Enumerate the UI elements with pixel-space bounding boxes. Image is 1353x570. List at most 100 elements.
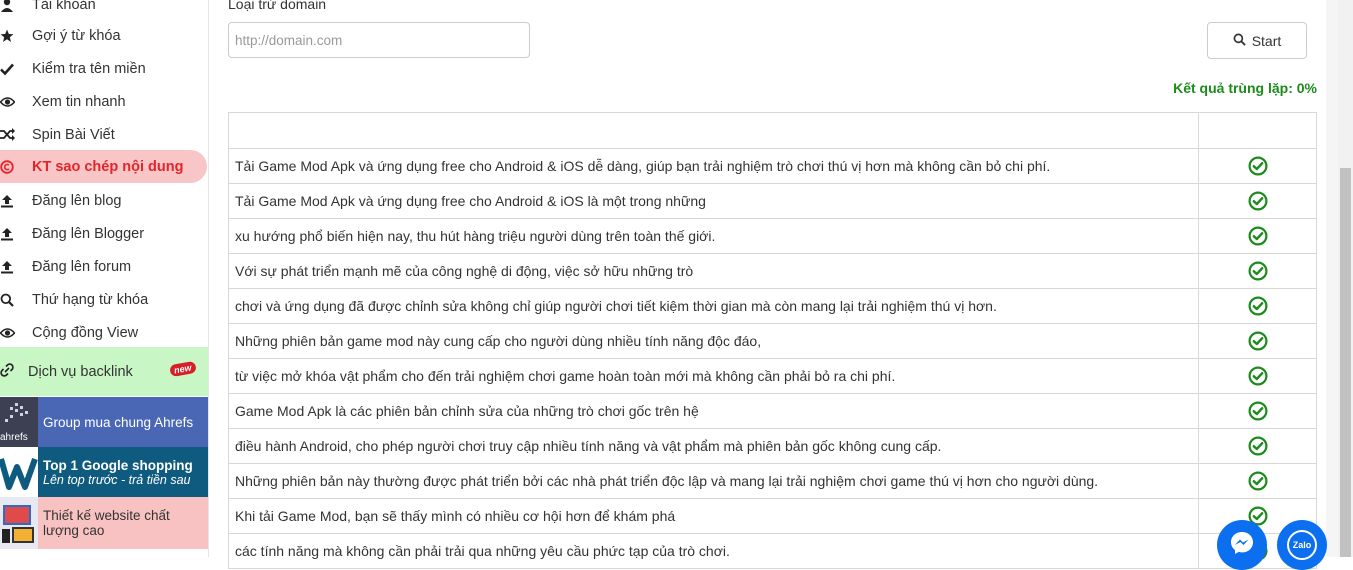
row-text: Những phiên bản này thường được phát tri… bbox=[228, 463, 1199, 499]
row-status bbox=[1198, 148, 1317, 184]
sidebar-item-keyword-suggest[interactable]: Gợi ý từ khóa bbox=[0, 19, 208, 52]
sidebar-item-post-blogger[interactable]: Đăng lên Blogger bbox=[0, 217, 208, 250]
sidebar-item-label: Spin Bài Viết bbox=[32, 126, 115, 143]
upload-icon bbox=[0, 227, 32, 241]
sidebar-item-label: KT sao chép nội dung bbox=[32, 158, 184, 175]
sidebar-item-community-view[interactable]: Cộng đồng View bbox=[0, 316, 208, 349]
row-status bbox=[1198, 428, 1317, 464]
eye-icon bbox=[0, 96, 32, 108]
upload-icon bbox=[0, 260, 32, 274]
check-circle-icon bbox=[1248, 436, 1268, 456]
sidebar-item-label: Kiểm tra tên miền bbox=[32, 60, 146, 77]
row-status bbox=[1198, 288, 1317, 324]
sidebar-item-account[interactable]: Tài khoản bbox=[0, 0, 208, 21]
sidebar-item-post-forum[interactable]: Đăng lên forum bbox=[0, 250, 208, 283]
scrollbar-thumb[interactable] bbox=[1340, 168, 1351, 557]
check-circle-icon bbox=[1248, 156, 1268, 176]
messenger-button[interactable] bbox=[1217, 520, 1267, 570]
row-text: chơi và ứng dụng đã được chỉnh sửa không… bbox=[228, 288, 1199, 324]
sidebar-item-quick-news[interactable]: Xem tin nhanh bbox=[0, 85, 208, 118]
devices-image-icon bbox=[0, 497, 38, 549]
check-circle-icon bbox=[1248, 261, 1268, 281]
search-icon bbox=[0, 293, 32, 307]
row-text: các tính năng mà không cần phải trải qua… bbox=[228, 533, 1199, 569]
sidebar-item-keyword-rank[interactable]: Thứ hạng từ khóa bbox=[0, 283, 208, 316]
sidebar: Tài khoản Gợi ý từ khóa Kiểm tra tên miề… bbox=[0, 0, 209, 557]
check-circle-icon bbox=[1248, 331, 1268, 351]
check-circle-icon bbox=[1248, 296, 1268, 316]
row-text: Tải Game Mod Apk và ứng dụng free cho An… bbox=[228, 183, 1199, 219]
check-circle-icon bbox=[1248, 366, 1268, 386]
table-row: chơi và ứng dụng đã được chỉnh sửa không… bbox=[228, 288, 1317, 324]
table-row: Tải Game Mod Apk và ứng dụng free cho An… bbox=[228, 183, 1317, 219]
table-row: điều hành Android, cho phép người chơi t… bbox=[228, 428, 1317, 464]
sidebar-item-label: Xem tin nhanh bbox=[32, 93, 126, 110]
eye-icon bbox=[0, 327, 32, 339]
sidebar-item-label: Đăng lên Blogger bbox=[32, 225, 145, 242]
exclude-domain-input[interactable] bbox=[228, 22, 530, 58]
row-status bbox=[1198, 393, 1317, 429]
row-status bbox=[1198, 253, 1317, 289]
new-badge: new bbox=[169, 360, 197, 378]
upload-icon bbox=[0, 194, 32, 208]
results-table: Tải Game Mod Apk và ứng dụng free cho An… bbox=[228, 112, 1317, 569]
zalo-icon: Zalo bbox=[1287, 530, 1317, 560]
promo-title: Thiết kế website chất lượng cao bbox=[43, 508, 170, 538]
check-circle-icon bbox=[1248, 506, 1268, 526]
sidebar-item-spin[interactable]: Spin Bài Viết bbox=[0, 118, 208, 151]
duplicate-result: Kết quả trùng lặp: 0% bbox=[1173, 80, 1317, 96]
sidebar-item-copy-check[interactable]: KT sao chép nội dung bbox=[0, 150, 207, 183]
row-text: từ việc mở khóa vật phẩm cho đến trải ng… bbox=[228, 358, 1199, 394]
promo-ahrefs[interactable]: ahrefs Group mua chung Ahrefs bbox=[0, 397, 208, 447]
page-gutter bbox=[1326, 0, 1338, 557]
backlink-service[interactable]: Dịch vụ backlink new bbox=[0, 347, 208, 396]
table-row: xu hướng phổ biến hiện nay, thu hút hàng… bbox=[228, 218, 1317, 254]
row-text: Tải Game Mod Apk và ứng dụng free cho An… bbox=[228, 148, 1199, 184]
table-row: Những phiên bản này thường được phát tri… bbox=[228, 463, 1317, 499]
table-row: Với sự phát triển mạnh mẽ của công nghệ … bbox=[228, 253, 1317, 289]
row-status bbox=[1198, 358, 1317, 394]
row-text: xu hướng phổ biến hiện nay, thu hút hàng… bbox=[228, 218, 1199, 254]
check-circle-icon bbox=[1248, 191, 1268, 211]
check-icon bbox=[0, 62, 32, 76]
link-icon bbox=[0, 362, 28, 381]
start-label: Start bbox=[1251, 32, 1282, 49]
promo-google-shopping[interactable]: Top 1 Google shopping Lên top trước - tr… bbox=[0, 447, 208, 497]
table-row: Những phiên bản game mod này cung cấp ch… bbox=[228, 323, 1317, 359]
sidebar-item-label: Cộng đồng View bbox=[32, 324, 139, 341]
ahrefs-logo-text: ahrefs bbox=[0, 432, 28, 443]
table-row: các tính năng mà không cần phải trải qua… bbox=[228, 533, 1317, 569]
table-row: Tải Game Mod Apk và ứng dụng free cho An… bbox=[228, 148, 1317, 184]
start-button[interactable]: Start bbox=[1207, 22, 1307, 59]
table-header-row bbox=[228, 112, 1317, 149]
sidebar-item-label: Đăng lên forum bbox=[32, 258, 132, 275]
sidebar-item-label: Gợi ý từ khóa bbox=[32, 27, 121, 44]
star-icon bbox=[0, 29, 32, 43]
sidebar-item-label: Thứ hạng từ khóa bbox=[32, 291, 149, 308]
w-logo-icon bbox=[0, 447, 38, 497]
sidebar-item-post-blog[interactable]: Đăng lên blog bbox=[0, 184, 208, 217]
promo-website-design[interactable]: Thiết kế website chất lượng cao bbox=[0, 497, 208, 549]
shuffle-icon bbox=[0, 128, 32, 141]
row-status bbox=[1198, 323, 1317, 359]
sidebar-item-label: Tài khoản bbox=[32, 0, 96, 13]
table-row: Khi tải Game Mod, bạn sẽ thấy mình có nh… bbox=[228, 498, 1317, 534]
search-icon bbox=[1233, 33, 1246, 49]
sidebar-item-label: Đăng lên blog bbox=[32, 192, 122, 209]
zalo-button[interactable]: Zalo bbox=[1277, 520, 1327, 570]
table-row: từ việc mở khóa vật phẩm cho đến trải ng… bbox=[228, 358, 1317, 394]
row-text: điều hành Android, cho phép người chơi t… bbox=[228, 428, 1199, 464]
backlink-label: Dịch vụ backlink bbox=[28, 363, 133, 380]
ahrefs-logo-icon: ahrefs bbox=[0, 397, 38, 447]
exclude-domain-label: Loại trừ domain bbox=[228, 0, 327, 12]
copyright-icon bbox=[0, 159, 32, 174]
check-circle-icon bbox=[1248, 401, 1268, 421]
zalo-label: Zalo bbox=[1292, 540, 1312, 550]
sidebar-item-domain-check[interactable]: Kiểm tra tên miền bbox=[0, 52, 208, 85]
row-status bbox=[1198, 463, 1317, 499]
row-text: Những phiên bản game mod này cung cấp ch… bbox=[228, 323, 1199, 359]
promo-title: Top 1 Google shopping bbox=[43, 457, 193, 473]
user-icon bbox=[0, 0, 32, 12]
row-text: Với sự phát triển mạnh mẽ của công nghệ … bbox=[228, 253, 1199, 289]
row-text: Game Mod Apk là các phiên bản chỉnh sửa … bbox=[228, 393, 1199, 429]
